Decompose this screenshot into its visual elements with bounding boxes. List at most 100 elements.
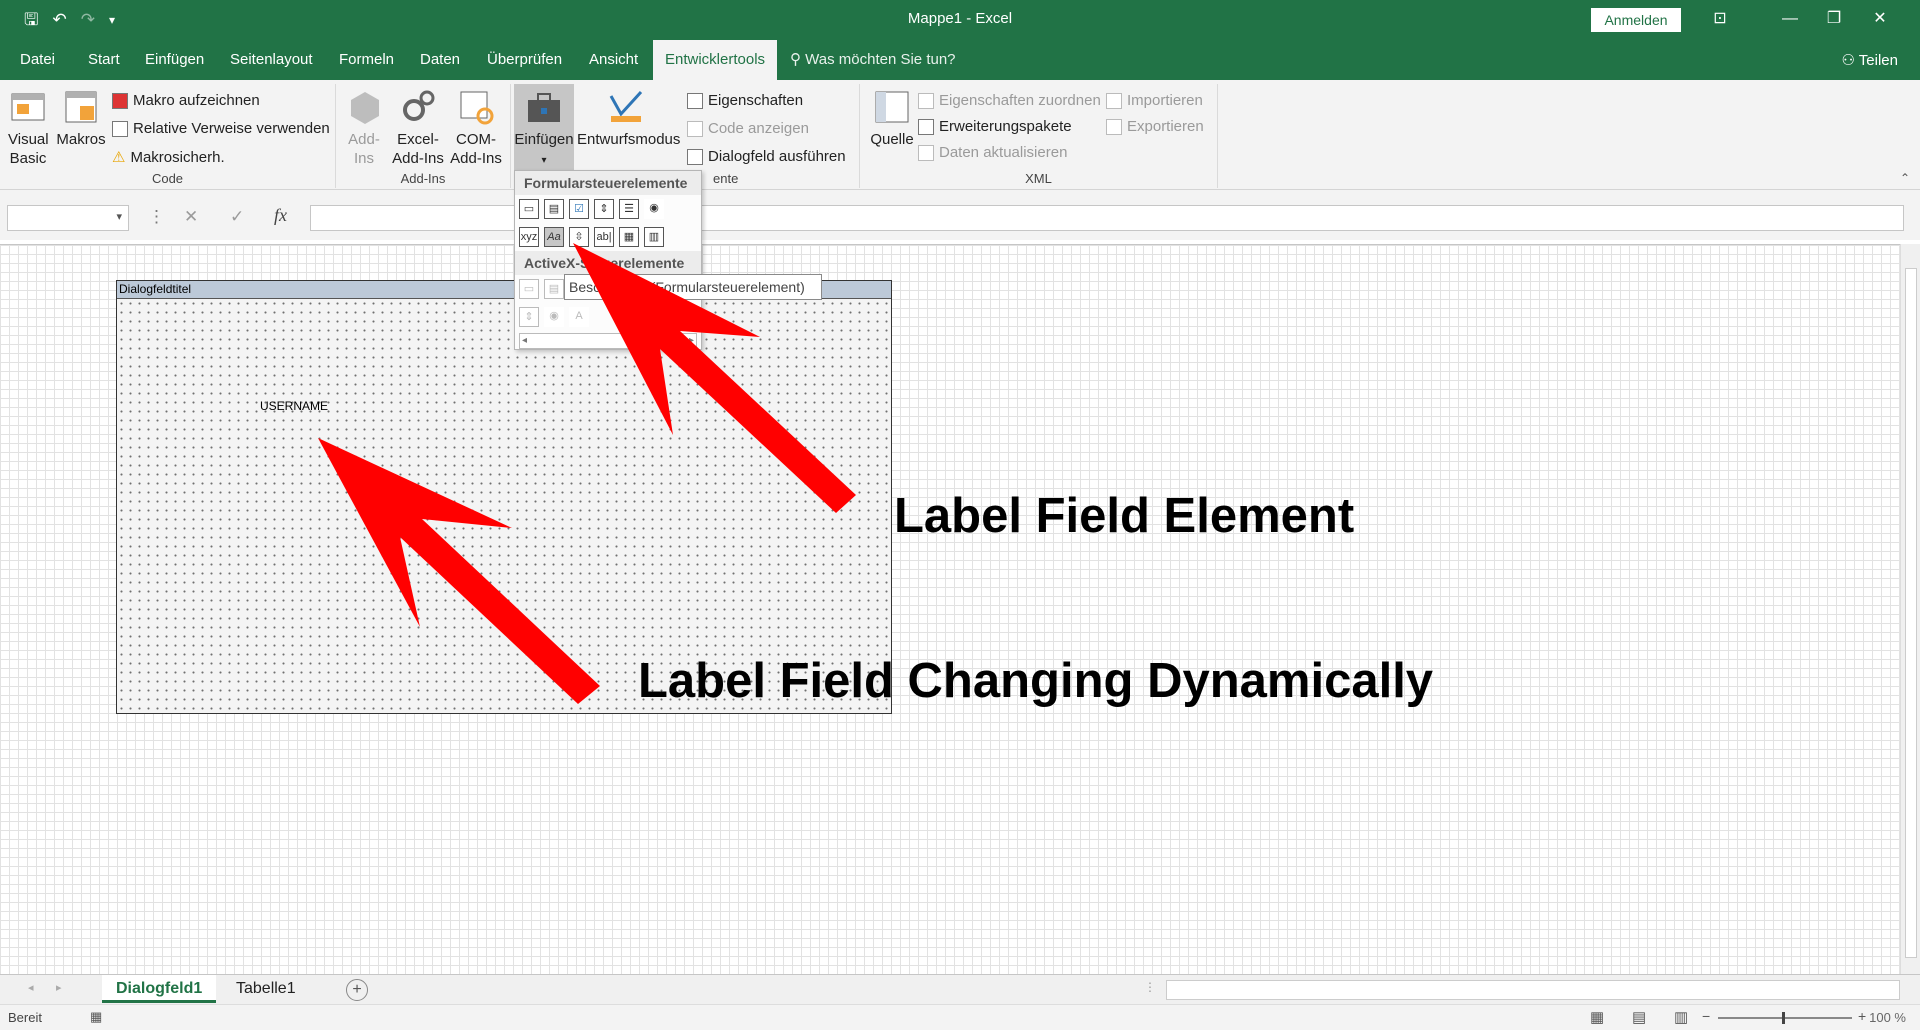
record-macro-label: Makro aufzeichnen bbox=[133, 92, 260, 109]
expansion-packs-icon bbox=[918, 118, 934, 135]
activex-combo-icon[interactable]: ▤ bbox=[544, 279, 564, 299]
share-label: Teilen bbox=[1858, 52, 1898, 69]
addins-icon bbox=[351, 92, 379, 124]
insert-function-icon[interactable]: fx bbox=[274, 205, 287, 226]
tab-formeln[interactable]: Formeln bbox=[339, 40, 394, 80]
import-button[interactable]: Importieren bbox=[1106, 92, 1203, 109]
list-box-icon[interactable]: ☰ bbox=[619, 199, 639, 219]
sheet-tab-tabelle1[interactable]: Tabelle1 bbox=[222, 975, 310, 1003]
scroll-bar-icon[interactable]: ⇳ bbox=[569, 227, 589, 247]
close-icon[interactable]: ✕ bbox=[1860, 6, 1900, 32]
addins-group-label: Add-Ins bbox=[400, 171, 446, 186]
insert-control-button[interactable]: Einfügen ▾ bbox=[514, 88, 574, 170]
dialog-body[interactable]: USERNAME bbox=[117, 299, 891, 713]
warning-icon: ⚠ bbox=[112, 149, 126, 166]
map-properties-label: Eigenschaften zuordnen bbox=[939, 92, 1101, 109]
excel-addins-button[interactable]: Excel- Add-Ins bbox=[392, 88, 444, 168]
makros-button[interactable]: Makros bbox=[56, 88, 106, 149]
scroll-thumb[interactable] bbox=[1905, 268, 1917, 958]
activex-option-icon[interactable]: ◉ bbox=[544, 307, 564, 327]
xml-group: Quelle Eigenschaften zuordnen Erweiterun… bbox=[860, 84, 1218, 188]
label-control-icon[interactable]: Aa bbox=[544, 227, 564, 247]
button-control-icon[interactable]: ▭ bbox=[519, 199, 539, 219]
add-sheet-icon[interactable]: + bbox=[346, 979, 368, 1001]
dialog-frame[interactable]: Dialogfeldtitel USERNAME bbox=[116, 280, 892, 714]
export-icon bbox=[1106, 118, 1122, 135]
zoom-slider[interactable] bbox=[1718, 1012, 1852, 1024]
edit-box-icon[interactable]: ab| bbox=[594, 227, 614, 247]
export-button[interactable]: Exportieren bbox=[1106, 118, 1204, 135]
visual-basic-button[interactable]: Visual Basic bbox=[8, 88, 49, 168]
visual-basic-label: Visual Basic bbox=[8, 131, 49, 167]
zoom-level[interactable]: 100 % bbox=[1869, 1010, 1906, 1025]
refresh-data-button[interactable]: Daten aktualisieren bbox=[918, 144, 1067, 161]
record-macro-button[interactable]: Makro aufzeichnen bbox=[112, 92, 260, 109]
combo-box-icon[interactable]: ▤ bbox=[544, 199, 564, 219]
ribbon-tabs: Datei Start Einfügen Seitenlayout Formel… bbox=[0, 40, 1920, 80]
addins-label: Add- Ins bbox=[348, 131, 380, 167]
title-bar: 🖫 ↶ ↷ ▾ Mappe1 - Excel Anmelden ⊡ — ❐ ✕ bbox=[0, 0, 1920, 40]
person-icon: ⚇ bbox=[1841, 52, 1859, 69]
option-button-icon[interactable]: ◉ bbox=[644, 199, 664, 219]
sign-in-button[interactable]: Anmelden bbox=[1591, 8, 1681, 32]
xml-source-button[interactable]: Quelle bbox=[866, 88, 918, 149]
tab-daten[interactable]: Daten bbox=[420, 40, 460, 80]
zoom-in-icon[interactable]: + bbox=[1858, 1008, 1866, 1024]
sheet-tab-dialogfeld1[interactable]: Dialogfeld1 bbox=[102, 975, 217, 1003]
activex-scrollbar-icon[interactable]: ◂ ▸ bbox=[519, 333, 697, 349]
tab-start[interactable]: Start bbox=[88, 40, 120, 80]
next-sheet-icon[interactable]: ▸ bbox=[56, 981, 62, 994]
run-dialog-button[interactable]: Dialogfeld ausführen bbox=[687, 148, 846, 165]
com-addins-label: COM- Add-Ins bbox=[450, 131, 502, 167]
vertical-scrollbar[interactable] bbox=[1900, 244, 1920, 974]
name-box[interactable] bbox=[7, 205, 129, 231]
confirm-icon[interactable]: ✓ bbox=[230, 207, 244, 227]
zoom-out-icon[interactable]: − bbox=[1702, 1008, 1710, 1024]
refresh-data-icon bbox=[918, 144, 934, 161]
tab-ansicht[interactable]: Ansicht bbox=[589, 40, 638, 80]
tab-seitenlayout[interactable]: Seitenlayout bbox=[230, 40, 313, 80]
page-break-view-icon[interactable]: ▥ bbox=[1674, 1008, 1688, 1026]
addins-button[interactable]: Add- Ins bbox=[346, 88, 382, 168]
prev-sheet-icon[interactable]: ◂ bbox=[28, 981, 34, 994]
map-properties-icon bbox=[918, 92, 934, 109]
split-handle-icon[interactable]: ⋮ bbox=[1144, 980, 1156, 994]
tab-ueberpruefen[interactable]: Überprüfen bbox=[487, 40, 562, 80]
activex-button-icon[interactable]: ▭ bbox=[519, 279, 539, 299]
share-button[interactable]: ⚇ Teilen bbox=[1841, 40, 1898, 82]
tab-datei[interactable]: Datei bbox=[20, 40, 55, 80]
combo-dropdown-edit-icon[interactable]: ▥ bbox=[644, 227, 664, 247]
ribbon-display-icon[interactable]: ⊡ bbox=[1700, 6, 1740, 32]
macro-record-status-icon[interactable]: ▦ bbox=[90, 1009, 102, 1025]
group-box-icon[interactable]: xyz bbox=[519, 227, 539, 247]
combo-list-edit-icon[interactable]: ▦ bbox=[619, 227, 639, 247]
restore-icon[interactable]: ❐ bbox=[1814, 6, 1854, 32]
collapse-ribbon-icon[interactable]: ⌃ bbox=[1900, 171, 1910, 185]
cancel-icon[interactable]: ✕ bbox=[184, 207, 198, 227]
macro-security-button[interactable]: ⚠ Makrosicherh. bbox=[112, 148, 225, 167]
map-properties-button[interactable]: Eigenschaften zuordnen bbox=[918, 92, 1101, 109]
insert-dropdown-icon: ▾ bbox=[541, 155, 547, 166]
tab-entwicklertools[interactable]: Entwicklertools bbox=[653, 40, 778, 80]
minimize-icon[interactable]: — bbox=[1770, 6, 1810, 32]
expansion-packs-button[interactable]: Erweiterungspakete bbox=[918, 118, 1072, 135]
spin-button-icon[interactable]: ⇕ bbox=[594, 199, 614, 219]
design-mode-button[interactable]: Entwurfsmodus bbox=[577, 88, 680, 149]
import-label: Importieren bbox=[1127, 92, 1203, 109]
design-mode-label: Entwurfsmodus bbox=[577, 131, 681, 148]
insert-controls-dropdown: Formularsteuerelemente ▭ ▤ ☑ ⇕ ☰ ◉ xyz A… bbox=[514, 170, 702, 350]
username-label[interactable]: USERNAME bbox=[260, 399, 328, 413]
activex-spin-icon[interactable]: ⇕ bbox=[519, 307, 539, 327]
tell-me-search[interactable]: ⚲ Was möchten Sie tun? bbox=[790, 40, 956, 80]
relative-references-button[interactable]: Relative Verweise verwenden bbox=[112, 120, 330, 137]
horizontal-scrollbar[interactable] bbox=[1166, 980, 1900, 1000]
checkbox-icon[interactable]: ☑ bbox=[569, 199, 589, 219]
com-addins-button[interactable]: COM- Add-Ins bbox=[448, 88, 504, 168]
activex-label-icon[interactable]: A bbox=[569, 307, 589, 327]
page-layout-view-icon[interactable]: ▤ bbox=[1632, 1008, 1646, 1026]
properties-button[interactable]: Eigenschaften bbox=[687, 92, 803, 109]
tab-einfuegen[interactable]: Einfügen bbox=[145, 40, 204, 80]
activex-row-2: ⇕ ◉ A bbox=[515, 303, 701, 331]
normal-view-icon[interactable]: ▦ bbox=[1590, 1008, 1604, 1026]
view-code-button[interactable]: Code anzeigen bbox=[687, 120, 809, 137]
